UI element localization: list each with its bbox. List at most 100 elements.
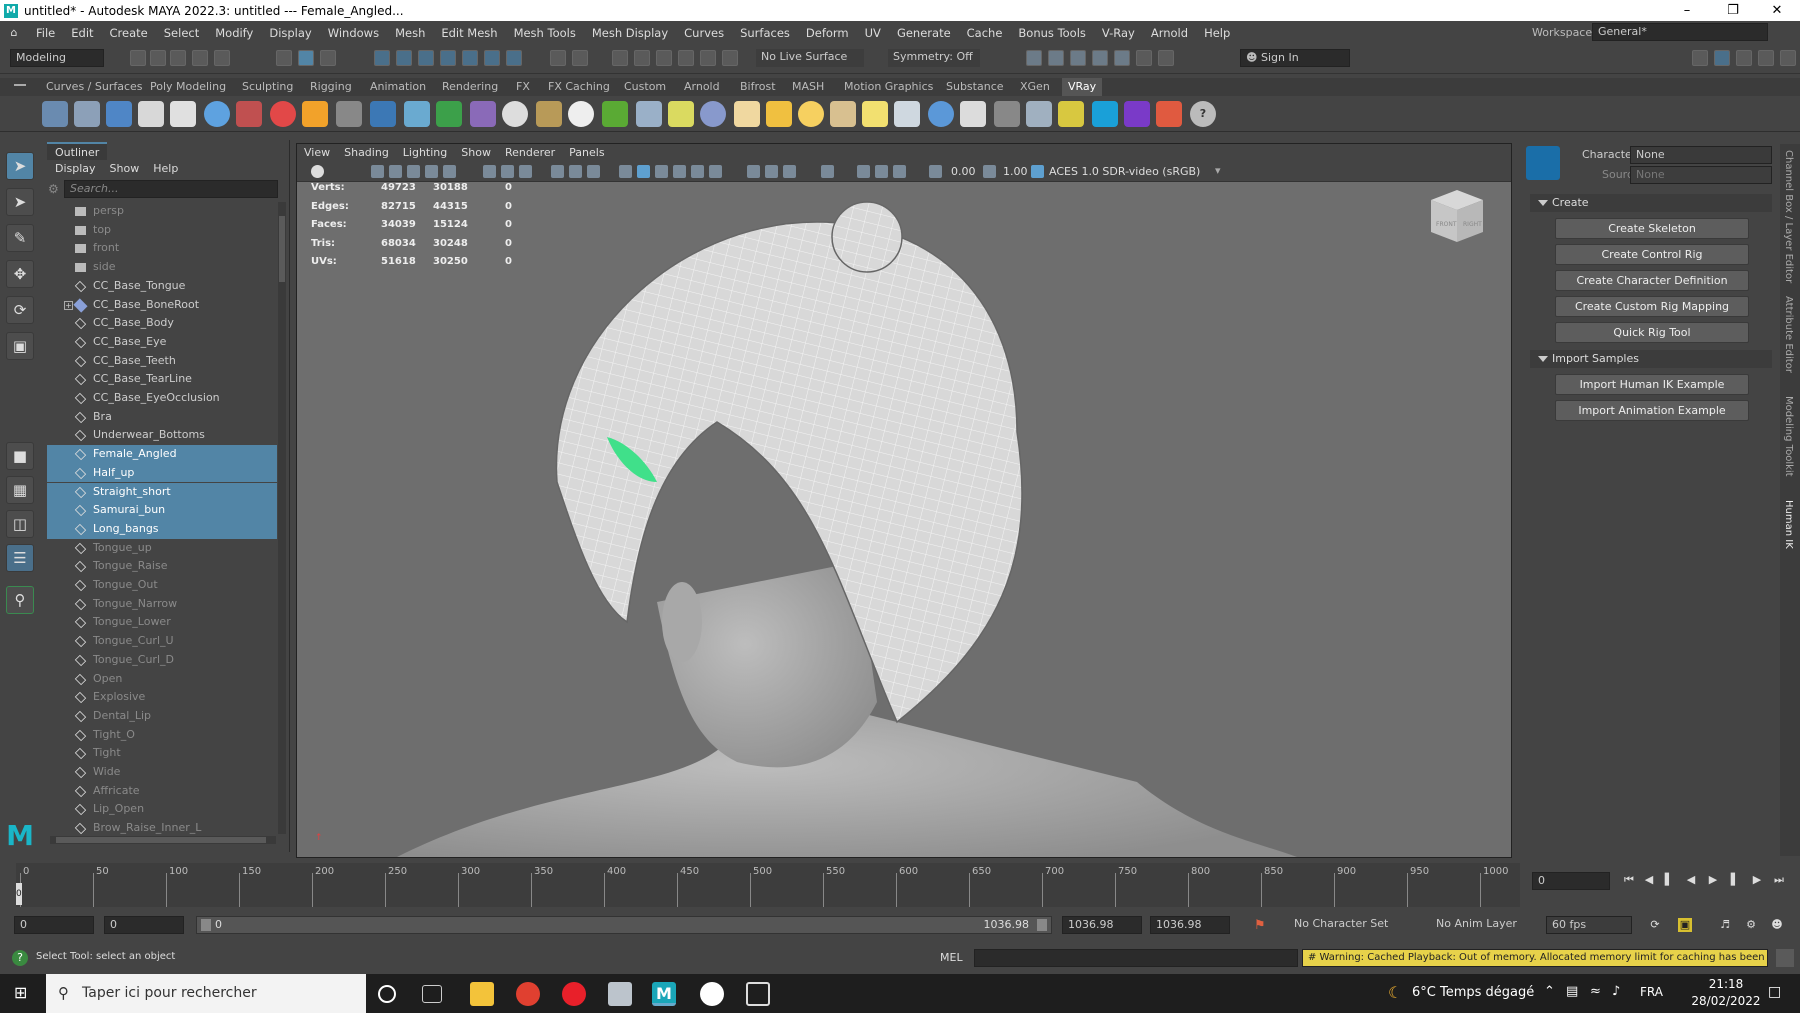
attribute-editor-toggle-icon[interactable] — [1714, 50, 1730, 66]
step-back-frame-icon[interactable]: ▌ — [1662, 873, 1676, 887]
taskbar-search-box[interactable]: ⚲ Taper ici pour rechercher — [46, 974, 366, 1013]
outliner-item[interactable]: CC_Base_Teeth — [47, 352, 277, 371]
shelf-tab-arnold[interactable]: Arnold — [678, 78, 726, 96]
wireframe-icon[interactable] — [619, 165, 632, 178]
menu-edit[interactable]: Edit — [63, 26, 101, 40]
xray-joints-icon[interactable] — [783, 165, 796, 178]
outliner-item[interactable]: CC_Base_Tongue — [47, 277, 277, 296]
vray-chaos-cosmos-icon[interactable] — [1156, 101, 1182, 127]
exposure-icon[interactable] — [929, 165, 942, 178]
language-indicator[interactable]: FRA — [1640, 985, 1663, 999]
lighting-icon[interactable] — [691, 165, 704, 178]
menu-generate[interactable]: Generate — [889, 26, 959, 40]
task-view-icon[interactable] — [422, 985, 442, 1003]
chrome-icon[interactable] — [516, 982, 540, 1006]
network-icon[interactable]: ▤ — [1566, 984, 1578, 999]
outliner-search-input[interactable]: Search... — [64, 180, 278, 198]
vray-curves-icon[interactable] — [668, 101, 694, 127]
outliner-item[interactable]: Tongue_Lower — [47, 613, 277, 632]
shadows-icon[interactable] — [709, 165, 722, 178]
playback-start-field[interactable]: 0 — [104, 916, 184, 934]
home-icon[interactable]: ⌂ — [0, 26, 28, 39]
outliner-item[interactable]: top — [47, 221, 277, 240]
shelf-tab-mash[interactable]: MASH — [786, 78, 830, 96]
close-icon[interactable]: ✕ — [1754, 0, 1800, 21]
snap-grid-icon[interactable] — [374, 50, 390, 66]
viewport-menu-shading[interactable]: Shading — [337, 144, 396, 162]
vray-blend-mtl-icon[interactable] — [270, 101, 296, 127]
anim-prefs-icon[interactable]: ⚙ — [1744, 918, 1758, 932]
auto-key-icon[interactable]: ⚑ — [1254, 918, 1266, 933]
four-view-layout-icon[interactable]: ▦ — [6, 476, 34, 504]
script-editor-icon[interactable] — [1776, 949, 1794, 967]
animation-end-field[interactable]: 1036.98 — [1150, 916, 1230, 934]
vray-checker-icon[interactable] — [994, 101, 1020, 127]
camera-attributes-icon[interactable] — [371, 165, 384, 178]
color-space-arrow-icon[interactable]: ▾ — [1215, 164, 1221, 177]
create-custom-rig-mapping-button[interactable]: Create Custom Rig Mapping — [1555, 296, 1749, 317]
menu-create[interactable]: Create — [102, 26, 156, 40]
select-by-object-icon[interactable] — [298, 50, 314, 66]
single-perspective-view-icon[interactable]: ■ — [6, 442, 34, 470]
image-plane-icon[interactable] — [407, 165, 420, 178]
tab-human-ik[interactable]: Human IK — [1783, 500, 1794, 549]
shelf-tab-fx-caching[interactable]: FX Caching — [542, 78, 616, 96]
shelf-tab-substance[interactable]: Substance — [940, 78, 1010, 96]
tool-settings-toggle-icon[interactable] — [1736, 50, 1752, 66]
menu-mesh[interactable]: Mesh — [387, 26, 433, 40]
gamma-icon[interactable] — [983, 165, 996, 178]
menu-help[interactable]: Help — [1196, 26, 1238, 40]
tab-attribute-editor[interactable]: Attribute Editor — [1783, 296, 1794, 373]
wifi-icon[interactable]: ≈ — [1590, 984, 1601, 999]
outliner-tab[interactable]: Outliner — [47, 142, 108, 160]
menu-set-dropdown[interactable]: Modeling — [10, 49, 104, 67]
volume-icon[interactable]: ♪ — [1612, 984, 1620, 999]
step-forward-frame-icon[interactable]: ▌ — [1728, 873, 1742, 887]
safe-action-icon[interactable] — [587, 165, 600, 178]
resolution-gate-icon[interactable] — [519, 165, 532, 178]
vray-vfb-icon[interactable] — [1026, 101, 1052, 127]
outliner-item[interactable]: Half_up — [47, 463, 277, 483]
viewport-menu-view[interactable]: View — [297, 144, 337, 162]
outliner-hscrollbar[interactable] — [50, 836, 276, 844]
play-backwards-icon[interactable]: ◀ — [1684, 873, 1698, 887]
outliner-item[interactable]: Dental_Lip — [47, 707, 277, 726]
outliner-item[interactable]: Underwear_Bottoms — [47, 426, 277, 445]
vray-mtl-wrapper-icon[interactable] — [236, 101, 262, 127]
range-end-handle[interactable] — [1037, 919, 1047, 931]
vray-proxy-icon[interactable] — [336, 101, 362, 127]
outliner-item[interactable]: Tongue_Raise — [47, 557, 277, 576]
character-icon[interactable]: ☻ — [1770, 918, 1784, 932]
outliner-item[interactable]: CC_Base_TearLine — [47, 370, 277, 389]
outliner-menu-display[interactable]: Display — [48, 160, 103, 178]
vray-water-icon[interactable] — [404, 101, 430, 127]
go-to-start-icon[interactable]: ⏮ — [1622, 873, 1636, 887]
menu-surfaces[interactable]: Surfaces — [732, 26, 798, 40]
viewport-menu-lighting[interactable]: Lighting — [396, 144, 454, 162]
menu-uv[interactable]: UV — [857, 26, 889, 40]
sound-icon[interactable]: ♬ — [1718, 918, 1732, 932]
color-space-dropdown[interactable]: ACES 1.0 SDR-video (sRGB) — [1049, 165, 1200, 178]
shelf-tab-custom[interactable]: Custom — [618, 78, 672, 96]
snap-view-plane-icon[interactable] — [440, 50, 456, 66]
save-scene-icon[interactable] — [170, 50, 186, 66]
tray-chevron-icon[interactable]: ⌃ — [1544, 984, 1555, 999]
menu-select[interactable]: Select — [156, 26, 207, 40]
shelf-tab-poly-modeling[interactable]: Poly Modeling — [144, 78, 232, 96]
anim-layer-dropdown[interactable]: No Anim Layer — [1436, 917, 1517, 930]
snap-curve-icon[interactable] — [396, 50, 412, 66]
menu-curves[interactable]: Curves — [676, 26, 732, 40]
vray-ies-light-icon[interactable] — [830, 101, 856, 127]
shelf-tab-xgen[interactable]: XGen — [1014, 78, 1056, 96]
render-view-icon[interactable] — [722, 50, 738, 66]
character-dropdown[interactable]: None — [1630, 146, 1772, 164]
vray-ipr-icon[interactable] — [138, 101, 164, 127]
textured-icon[interactable] — [673, 165, 686, 178]
playback-end-field[interactable]: 1036.98 — [1062, 916, 1142, 934]
channel-box-toggle-icon[interactable] — [1758, 50, 1774, 66]
xray-icon[interactable] — [747, 165, 760, 178]
open-scene-icon[interactable] — [150, 50, 166, 66]
vray-light-dome-icon[interactable] — [928, 101, 954, 127]
rotate-tool-icon[interactable]: ⟳ — [6, 296, 34, 324]
wireframe-on-shaded-icon[interactable] — [655, 165, 668, 178]
